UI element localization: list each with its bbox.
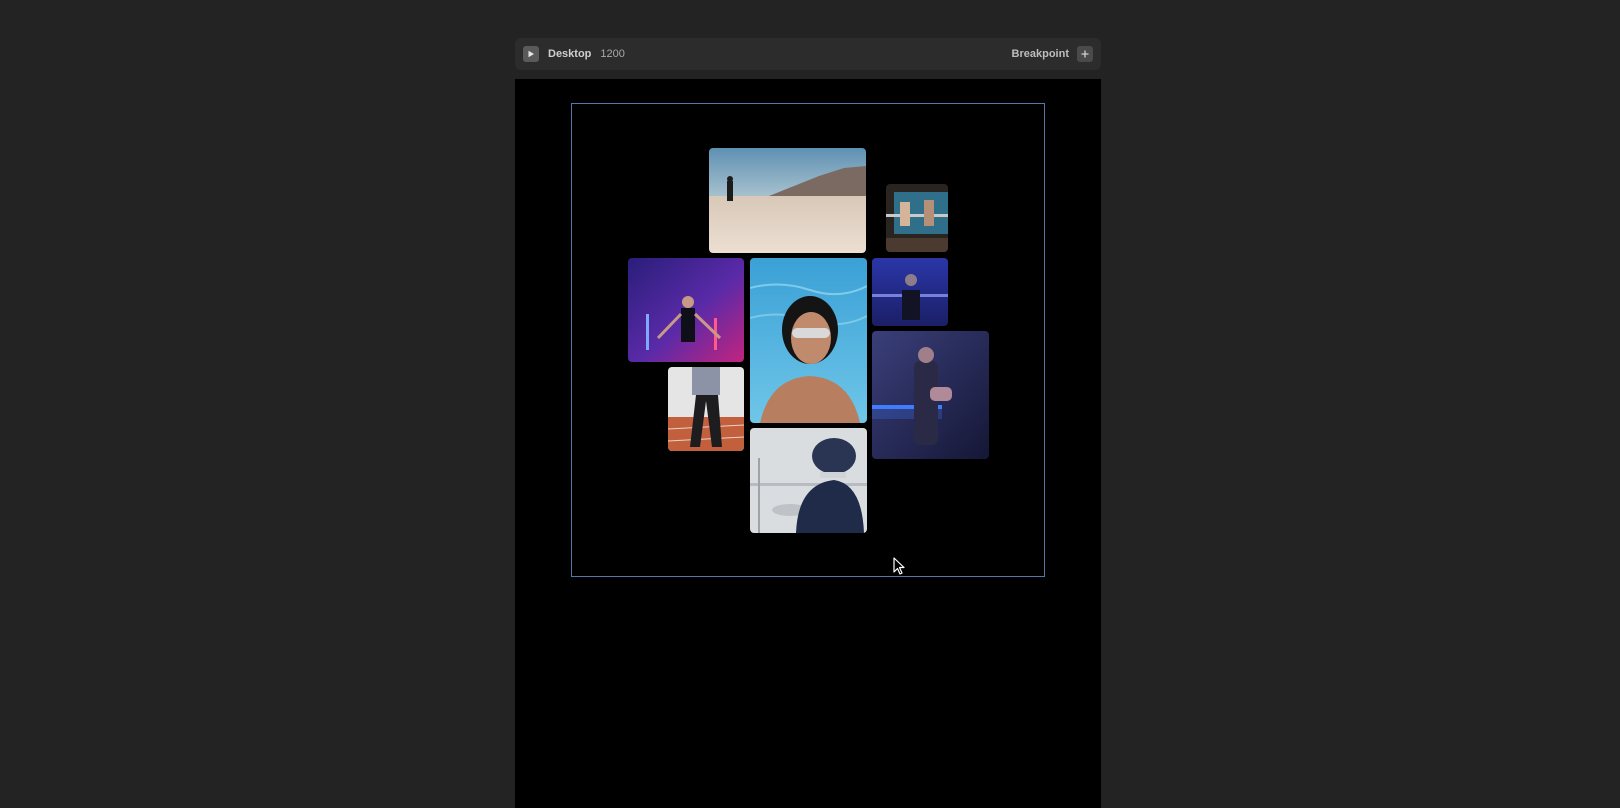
mouse-cursor-icon — [893, 557, 905, 575]
add-breakpoint-button[interactable] — [1077, 46, 1093, 62]
preview-button[interactable] — [523, 46, 539, 62]
width-label[interactable]: 1200 — [600, 48, 624, 60]
photo-tennis-player-cap[interactable] — [750, 428, 867, 533]
plus-icon — [1081, 50, 1089, 58]
photo-boxer-blue-light[interactable] — [872, 331, 989, 459]
play-icon — [528, 50, 534, 58]
toolbar-right: Breakpoint — [1012, 38, 1093, 70]
photo-boxers-ring[interactable] — [886, 184, 948, 252]
photo-woman-sunglasses-pool[interactable] — [750, 258, 867, 423]
toolbar-left: Desktop 1200 — [523, 38, 625, 70]
photo-runner-track[interactable] — [668, 367, 744, 451]
breakpoint-toolbar: Desktop 1200 Breakpoint — [515, 38, 1101, 70]
photo-pullup-blue[interactable] — [872, 258, 948, 326]
photo-desert-rider[interactable] — [709, 148, 866, 253]
breakpoint-label[interactable]: Breakpoint — [1012, 48, 1069, 60]
photo-jump-rope-neon[interactable] — [628, 258, 744, 362]
device-label[interactable]: Desktop — [548, 48, 591, 60]
